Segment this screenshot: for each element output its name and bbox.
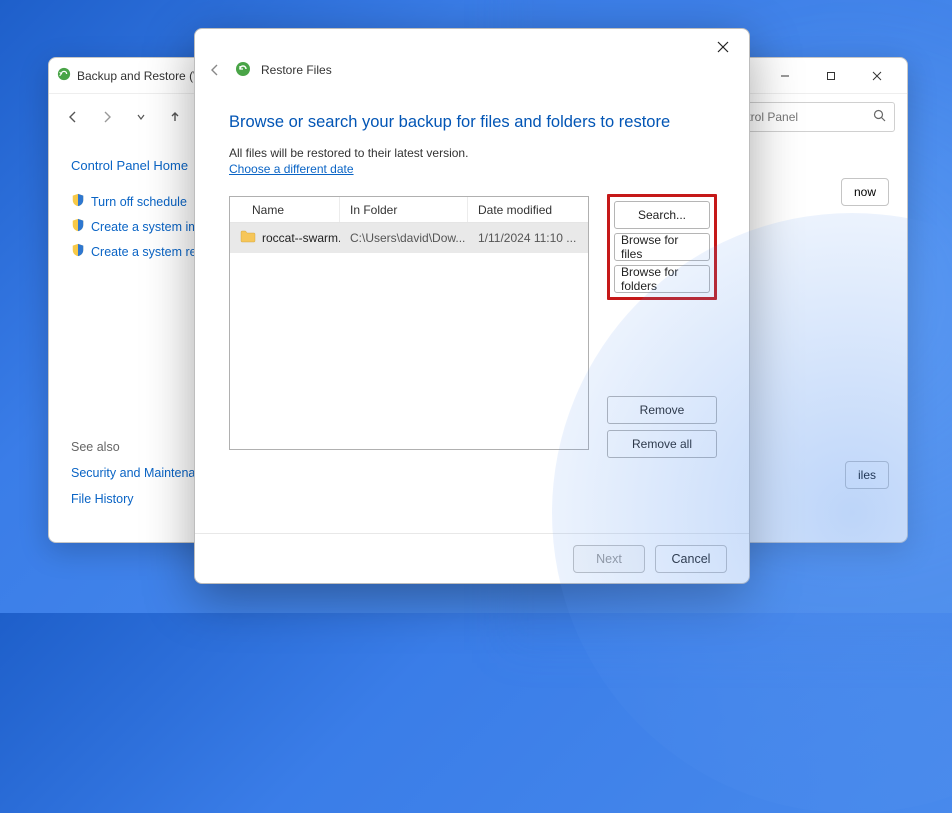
dialog-heading: Browse or search your backup for files a… [229,113,717,132]
search-browse-highlight: Search... Browse for files Browse for fo… [607,194,717,300]
nav-back-button[interactable] [61,105,85,129]
file-name-cell: roccat--swarm... [262,231,340,245]
restore-files-dialog: Restore Files Browse or search your back… [194,28,750,584]
column-header-folder[interactable]: In Folder [340,197,468,222]
column-header-name[interactable]: Name [230,197,340,222]
minimize-button[interactable] [769,64,801,88]
browse-folders-button[interactable]: Browse for folders [614,265,710,293]
column-header-date[interactable]: Date modified [468,197,578,222]
dialog-titlebar [195,29,749,65]
dialog-footer: Next Cancel [195,533,749,583]
file-list-header: Name In Folder Date modified [230,197,588,223]
restore-file-list[interactable]: Name In Folder Date modified roccat--swa… [229,196,589,450]
shield-icon [71,243,85,260]
next-button[interactable]: Next [573,545,645,573]
shield-icon [71,193,85,210]
remove-all-button[interactable]: Remove all [607,430,717,458]
search-button[interactable]: Search... [614,201,710,229]
bg-window-title: Backup and Restore (W [77,69,204,83]
search-control-panel[interactable]: ontrol Panel [725,102,895,132]
backup-restore-icon [57,67,71,84]
nav-recent-dropdown[interactable] [129,105,153,129]
cancel-button[interactable]: Cancel [655,545,727,573]
dialog-header-row: Restore Files [195,61,749,85]
choose-different-date-link[interactable]: Choose a different date [229,162,717,176]
search-icon [873,109,886,125]
dialog-subtext: All files will be restored to their late… [229,146,717,160]
nav-up-button[interactable] [163,105,187,129]
nav-forward-button[interactable] [95,105,119,129]
backup-now-button-partial[interactable]: now [841,178,889,206]
maximize-button[interactable] [815,64,847,88]
file-folder-cell: C:\Users\david\Dow... [340,231,468,245]
sidebar-link-label: Turn off schedule [91,195,187,209]
file-date-cell: 1/11/2024 11:10 ... [468,231,578,245]
folder-icon [240,229,256,246]
dialog-back-button[interactable] [205,60,225,80]
remove-button[interactable]: Remove [607,396,717,424]
shield-icon [71,218,85,235]
file-list-row[interactable]: roccat--swarm... C:\Users\david\Dow... 1… [230,223,588,253]
action-button-column: Search... Browse for files Browse for fo… [607,196,717,464]
browse-files-button[interactable]: Browse for files [614,233,710,261]
dialog-close-button[interactable] [707,33,739,61]
close-button[interactable] [861,64,893,88]
dialog-title: Restore Files [261,63,332,77]
restore-files-icon [235,61,251,80]
restore-files-button-partial[interactable]: iles [845,461,889,489]
